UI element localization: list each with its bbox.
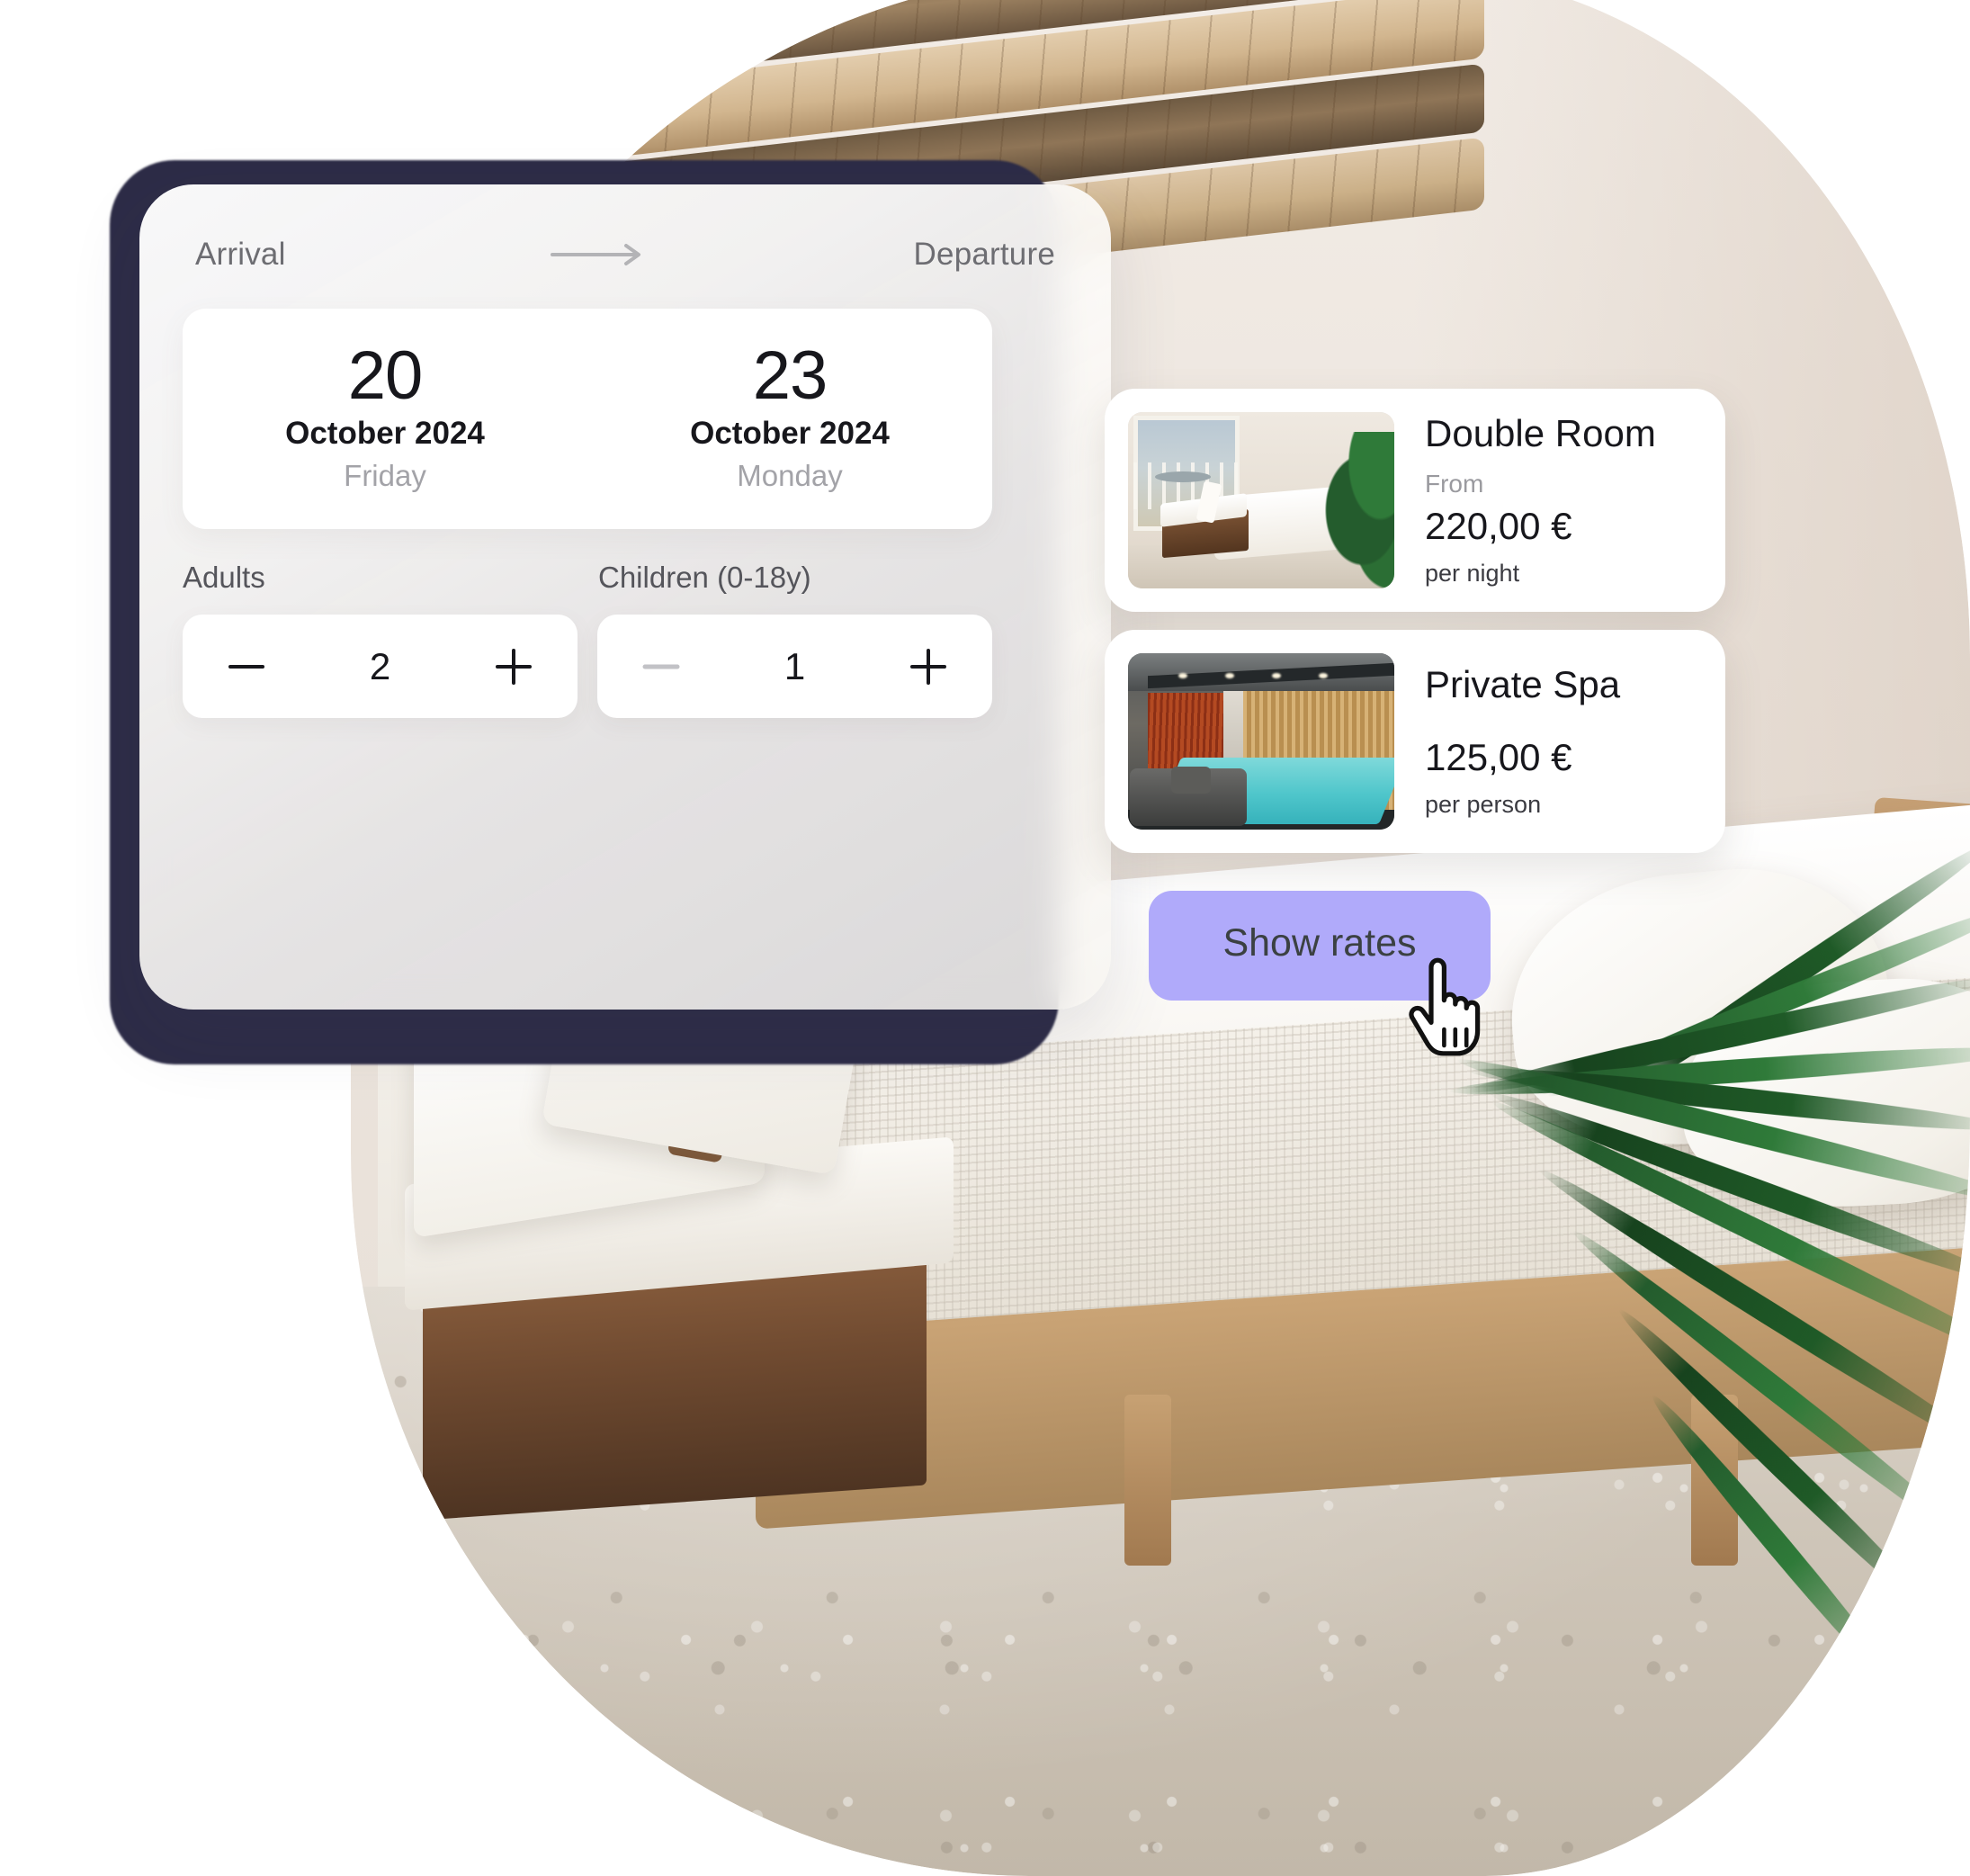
arrival-date-field[interactable]: 20 October 2024 Friday — [183, 309, 587, 529]
composition-stage: Arrival Departure 20 October 2024 Friday… — [0, 0, 1970, 1876]
children-increment-button[interactable] — [900, 639, 956, 695]
booking-header: Arrival Departure — [195, 231, 1055, 278]
adults-value: 2 — [369, 644, 391, 687]
guest-labels-row: Adults Children (0-18y) — [183, 561, 992, 595]
private-spa-thumbnail — [1128, 653, 1394, 830]
offer-price: 220,00 € — [1425, 504, 1572, 547]
offer-price-unit: per night — [1425, 559, 1520, 587]
arrival-day: 20 — [347, 337, 424, 415]
children-value: 1 — [784, 644, 806, 687]
children-label: Children (0-18y) — [598, 561, 811, 594]
guest-steppers-row: 2 1 — [183, 615, 992, 718]
offer-title: Private Spa — [1425, 663, 1621, 706]
adults-stepper: 2 — [183, 615, 578, 718]
double-room-thumbnail — [1128, 412, 1394, 588]
offer-card-private-spa[interactable]: Private Spa 125,00 € per person — [1105, 630, 1725, 853]
arrow-right-icon — [550, 243, 649, 266]
offer-price-unit: per person — [1425, 790, 1542, 818]
booking-widget: Arrival Departure 20 October 2024 Friday… — [139, 184, 1111, 1010]
adults-increment-button[interactable] — [486, 639, 542, 695]
offer-card-double-room[interactable]: Double Room From 220,00 € per night — [1105, 389, 1725, 612]
adults-decrement-button[interactable] — [219, 639, 274, 695]
children-decrement-button[interactable] — [633, 639, 689, 695]
date-range-panel: 20 October 2024 Friday 23 October 2024 M… — [183, 309, 992, 529]
offer-title: Double Room — [1425, 412, 1656, 455]
arrival-weekday: Friday — [344, 458, 426, 492]
bed-leg — [1691, 1395, 1738, 1566]
bed-leg — [1124, 1395, 1171, 1566]
departure-month-year: October 2024 — [690, 416, 890, 452]
departure-label: Departure — [913, 237, 1055, 272]
offer-from-label: From — [1425, 469, 1484, 498]
departure-weekday: Monday — [737, 458, 843, 492]
arrival-label: Arrival — [195, 237, 286, 272]
adults-label: Adults — [183, 561, 265, 594]
offer-price: 125,00 € — [1425, 735, 1572, 778]
arrival-month-year: October 2024 — [285, 416, 485, 452]
children-stepper: 1 — [597, 615, 992, 718]
departure-day: 23 — [752, 337, 828, 415]
departure-date-field[interactable]: 23 October 2024 Monday — [587, 309, 992, 529]
show-rates-button[interactable]: Show rates — [1149, 891, 1491, 1001]
